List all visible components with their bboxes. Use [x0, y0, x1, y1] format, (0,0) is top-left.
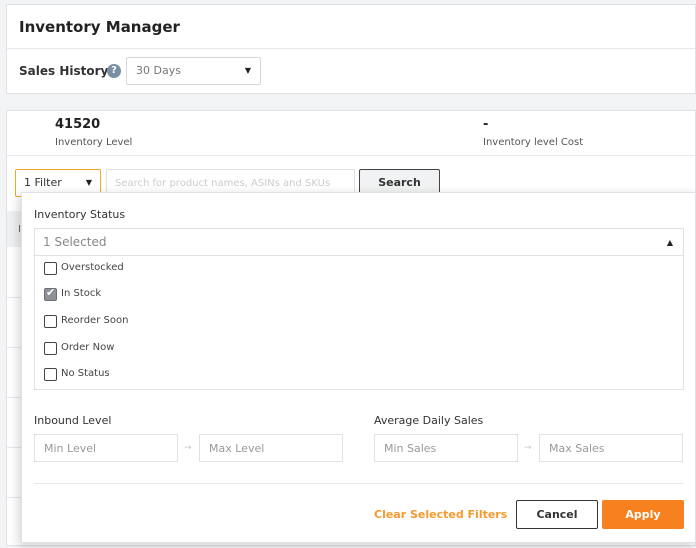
option-label: No Status	[61, 368, 110, 379]
filter-panel: Inventory Status 1 Selected ▲ Overstocke…	[21, 192, 696, 543]
option-label: Overstocked	[61, 262, 124, 273]
option-overstocked[interactable]: Overstocked	[35, 256, 683, 282]
apply-button[interactable]: Apply	[602, 500, 684, 529]
sales-history-value: 30 Days	[136, 64, 181, 77]
option-order-now[interactable]: Order Now	[35, 336, 683, 362]
min-sales-placeholder: Min Sales	[384, 442, 437, 455]
option-no-status[interactable]: No Status	[35, 362, 683, 388]
cancel-button[interactable]: Cancel	[516, 500, 598, 529]
panel-footer-divider	[34, 483, 684, 484]
sales-history-select[interactable]: 30 Days ▼	[126, 57, 261, 85]
inventory-level-value: 41520	[55, 117, 101, 132]
checkbox[interactable]	[44, 315, 57, 328]
arrow-right-icon: →	[184, 443, 192, 453]
min-sales-input[interactable]: Min Sales	[374, 434, 518, 462]
header-card: Inventory Manager Sales History: ? 30 Da…	[6, 4, 696, 94]
inventory-status-select[interactable]: 1 Selected ▲	[34, 228, 684, 256]
option-in-stock[interactable]: ✔ In Stock	[35, 282, 683, 308]
inventory-level-label: Inventory Level	[55, 137, 133, 148]
inbound-level-title: Inbound Level	[34, 414, 112, 427]
inventory-cost-label: Inventory level Cost	[483, 137, 584, 148]
header-divider	[7, 48, 695, 49]
option-label: Order Now	[61, 342, 115, 353]
checkbox[interactable]	[44, 342, 57, 355]
filter-button-label: 1 Filter	[24, 176, 62, 189]
page-title: Inventory Manager	[19, 18, 180, 36]
arrow-right-icon: →	[524, 443, 532, 453]
average-daily-sales-title: Average Daily Sales	[374, 414, 484, 427]
max-sales-input[interactable]: Max Sales	[539, 434, 683, 462]
min-level-input[interactable]: Min Level	[34, 434, 178, 462]
chevron-down-icon: ▼	[85, 178, 92, 187]
checkbox-checked[interactable]: ✔	[44, 286, 57, 301]
sales-history-label: Sales History:	[19, 64, 114, 78]
option-reorder-soon[interactable]: Reorder Soon	[35, 309, 683, 335]
inventory-status-summary: 1 Selected	[43, 235, 107, 249]
option-label: Reorder Soon	[61, 315, 129, 326]
checkbox[interactable]	[44, 368, 57, 381]
max-level-input[interactable]: Max Level	[199, 434, 343, 462]
help-icon[interactable]: ?	[107, 64, 121, 78]
inventory-cost-value: -	[483, 117, 489, 132]
check-icon: ✔	[46, 286, 56, 299]
option-label: In Stock	[61, 288, 102, 299]
inventory-status-title: Inventory Status	[34, 208, 126, 221]
max-level-placeholder: Max Level	[209, 442, 265, 455]
inventory-status-options: Overstocked ✔ In Stock Reorder Soon Orde…	[34, 256, 684, 390]
checkbox[interactable]	[44, 262, 57, 275]
max-sales-placeholder: Max Sales	[549, 442, 605, 455]
min-level-placeholder: Min Level	[44, 442, 97, 455]
chevron-down-icon: ▼	[244, 66, 251, 75]
clear-filters-link[interactable]: Clear Selected Filters	[374, 508, 507, 521]
chevron-up-icon: ▲	[666, 238, 673, 247]
metrics-divider	[7, 155, 695, 156]
